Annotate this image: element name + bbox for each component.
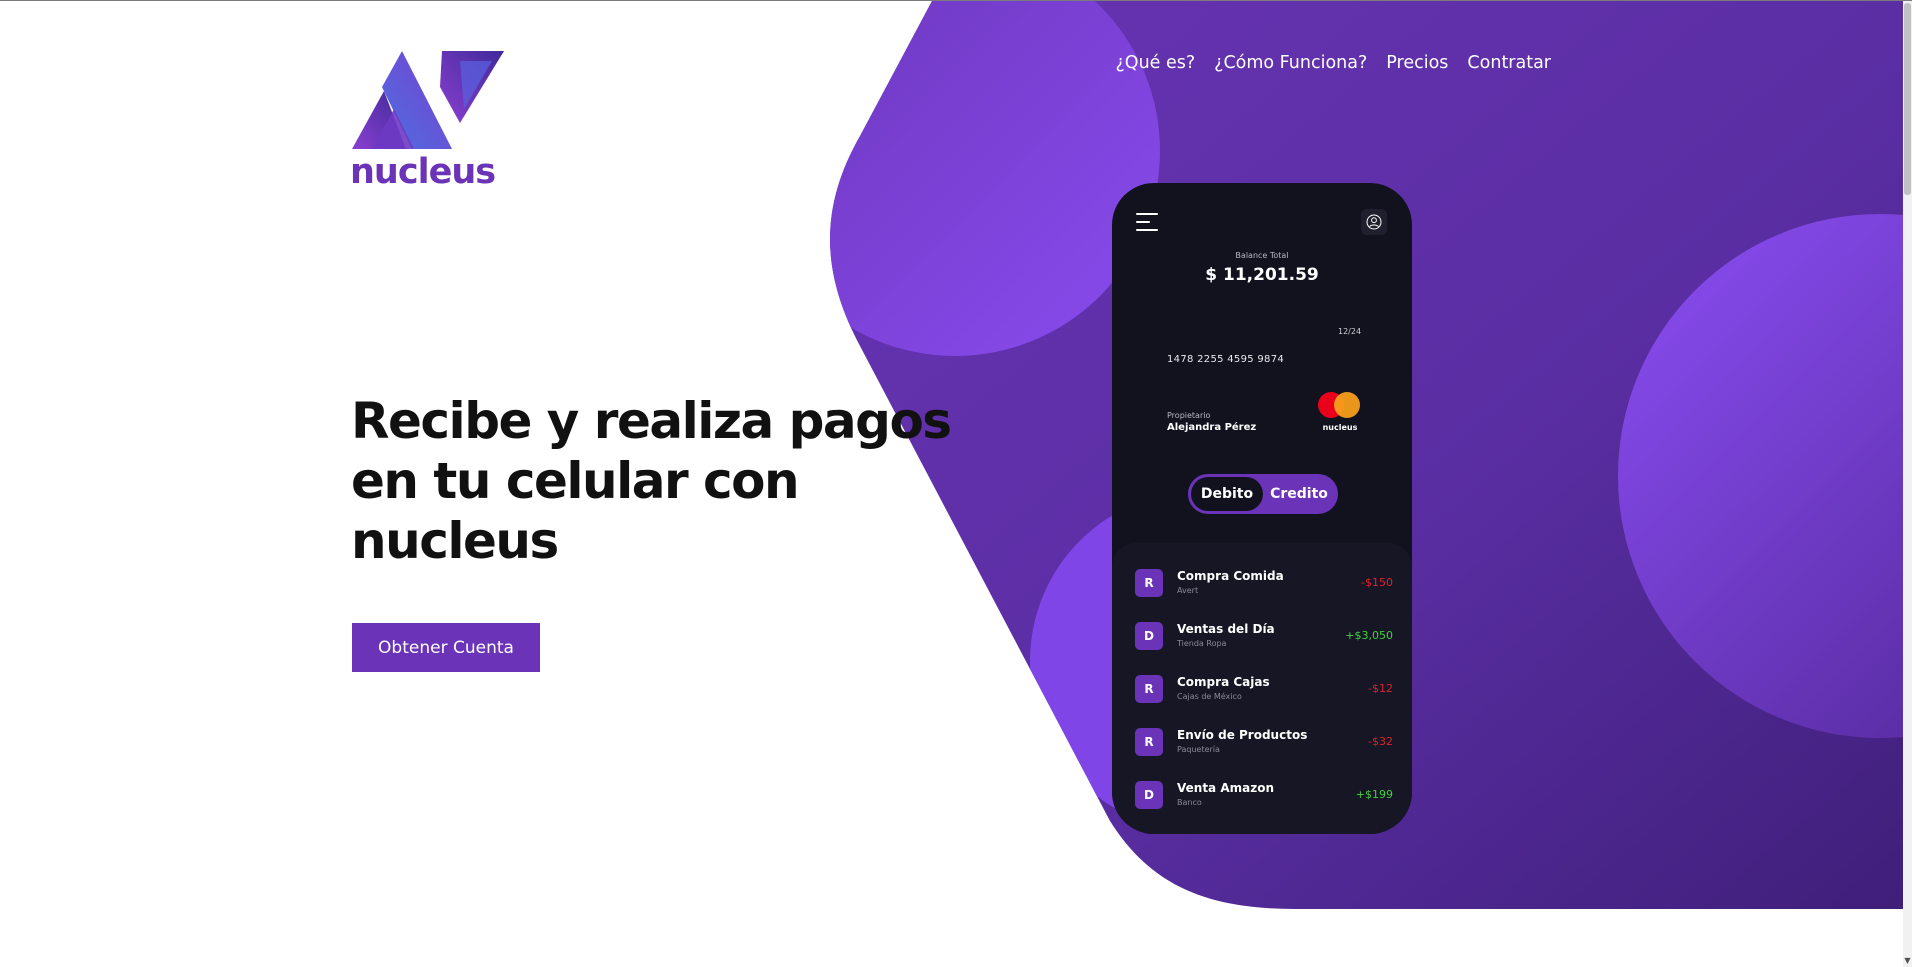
transaction-subtitle: Cajas de México	[1177, 692, 1242, 701]
nav-link-como-funciona[interactable]: ¿Cómo Funciona?	[1214, 53, 1367, 73]
transaction-row[interactable]: D Ventas del Día Tienda Ropa +$3,050	[1135, 616, 1393, 656]
card-number: 1478 2255 4595 9874	[1167, 354, 1285, 365]
transaction-type-badge: R	[1135, 675, 1163, 703]
transaction-subtitle: Banco	[1177, 798, 1202, 807]
transaction-name: Envío de Productos	[1177, 728, 1308, 742]
transaction-amount: +$3,050	[1345, 629, 1393, 642]
nav-link-contratar[interactable]: Contratar	[1467, 53, 1551, 73]
transaction-type-badge: R	[1135, 569, 1163, 597]
balance-value: $ 11,201.59	[1205, 265, 1319, 285]
main-nav: ¿Qué es? ¿Cómo Funciona? Precios Contrat…	[1097, 53, 1552, 73]
transaction-row[interactable]: R Compra Cajas Cajas de México -$12	[1135, 669, 1393, 709]
nav-link-que-es[interactable]: ¿Qué es?	[1116, 53, 1196, 73]
page: nucleus ¿Qué es? ¿Cómo Funciona? Precios…	[0, 0, 1912, 967]
toggle-debit-option[interactable]: Debito	[1191, 477, 1263, 511]
card-type-toggle: Debito Credito	[1188, 474, 1338, 514]
card-owner-label: Propietario	[1167, 411, 1211, 420]
hero-title: Recibe y realiza pagos en tu celular con…	[351, 392, 952, 570]
transaction-row[interactable]: R Compra Comida Avert -$150	[1135, 563, 1393, 603]
hamburger-menu-icon[interactable]	[1136, 213, 1160, 237]
transaction-amount: -$150	[1361, 576, 1393, 589]
transaction-amount: -$32	[1368, 735, 1393, 748]
transaction-row[interactable]: D Venta Amazon Banco +$199	[1135, 775, 1393, 815]
transaction-row[interactable]: R Envío de Productos Paquetería -$32	[1135, 722, 1393, 762]
transaction-name: Compra Cajas	[1177, 675, 1270, 689]
user-profile-icon[interactable]	[1361, 209, 1387, 235]
background-shapes	[830, 1, 1903, 909]
toggle-credit-option[interactable]: Credito	[1263, 477, 1335, 511]
transaction-name: Ventas del Día	[1177, 622, 1275, 636]
card-expiry: 12/24	[1338, 327, 1362, 336]
nucleus-logo[interactable]: nucleus	[350, 51, 520, 192]
transaction-name: Compra Comida	[1177, 569, 1284, 583]
card-brand-label: nucleus	[1322, 423, 1358, 432]
transaction-amount: -$12	[1368, 682, 1393, 695]
nucleus-logo-mark-icon	[352, 51, 504, 149]
transaction-amount: +$199	[1355, 788, 1393, 801]
scroll-down-arrow-icon[interactable]: ▼	[1903, 954, 1912, 967]
mastercard-logo-icon	[1318, 392, 1362, 420]
transaction-subtitle: Tienda Ropa	[1177, 639, 1227, 648]
get-account-button[interactable]: Obtener Cuenta	[352, 623, 540, 672]
transaction-type-badge: D	[1135, 622, 1163, 650]
phone-mockup: Balance Total $ 11,201.59 12/24 1478 225…	[1112, 183, 1412, 834]
transaction-type-badge: R	[1135, 728, 1163, 756]
logo-wordmark: nucleus	[350, 152, 496, 192]
page-scrollbar[interactable]: ▼	[1903, 1, 1912, 967]
transaction-type-badge: D	[1135, 781, 1163, 809]
transaction-name: Venta Amazon	[1177, 781, 1274, 795]
transaction-subtitle: Avert	[1177, 586, 1199, 595]
card-owner-name: Alejandra Pérez	[1167, 422, 1257, 433]
nav-link-precios[interactable]: Precios	[1386, 53, 1448, 73]
transactions-panel: R Compra Comida Avert -$150 D Ventas del…	[1112, 543, 1412, 834]
balance-label: Balance Total	[1235, 251, 1289, 260]
scrollbar-thumb[interactable]	[1904, 3, 1911, 195]
transaction-subtitle: Paquetería	[1177, 745, 1220, 754]
